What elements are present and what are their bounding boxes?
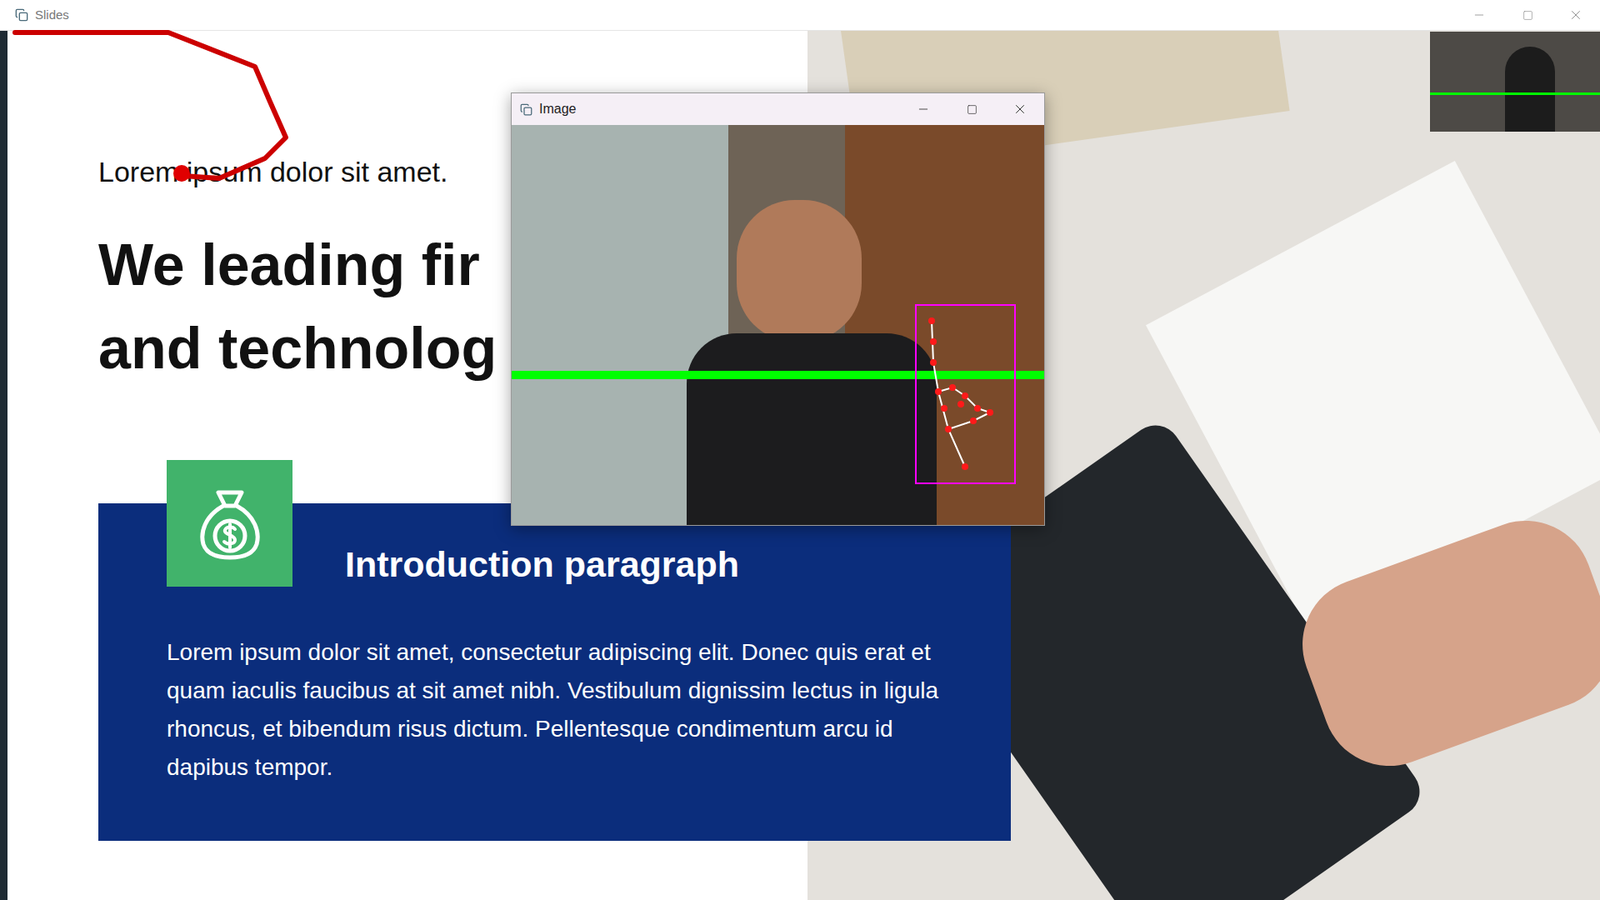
pen-dot (173, 165, 190, 182)
app-icon (520, 103, 533, 116)
maximize-button[interactable] (947, 93, 996, 125)
window-controls (899, 93, 1045, 125)
icon-tile (166, 460, 293, 587)
close-button[interactable] (1551, 0, 1600, 30)
close-icon (1568, 7, 1584, 23)
hand-landmarks (915, 304, 1016, 485)
maximize-icon (1522, 10, 1534, 21)
close-button[interactable] (995, 93, 1045, 125)
maximize-button[interactable] (1503, 0, 1552, 30)
detection-line (511, 370, 1045, 380)
money-bag-icon (195, 485, 265, 561)
minimize-button[interactable] (1455, 0, 1504, 30)
minimize-button[interactable] (899, 93, 948, 125)
camera-window-title: Image (539, 99, 576, 120)
camera-window[interactable]: Image (510, 92, 1045, 526)
camera-thumbnail (1430, 31, 1600, 132)
close-icon (1012, 101, 1028, 117)
card-body: Lorem ipsum dolor sit amet, consectetur … (98, 586, 940, 787)
app-icon (15, 8, 29, 22)
window-controls (1455, 0, 1600, 30)
title-bar: Slides (0, 0, 1600, 31)
annotation-stroke (0, 0, 334, 217)
intro-card: Introduction paragraphLorem ipsum dolor … (98, 503, 1011, 841)
left-edge (0, 30, 8, 900)
camera-frame (511, 125, 1045, 525)
camera-title-bar: Image (511, 93, 1045, 125)
window-title: Slides (35, 5, 70, 25)
minimize-icon (916, 102, 930, 116)
minimize-icon (1472, 8, 1486, 22)
maximize-icon (966, 104, 978, 115)
desktop: SlidesLorem ipsum dolor sit amet.We lead… (0, 0, 1600, 900)
